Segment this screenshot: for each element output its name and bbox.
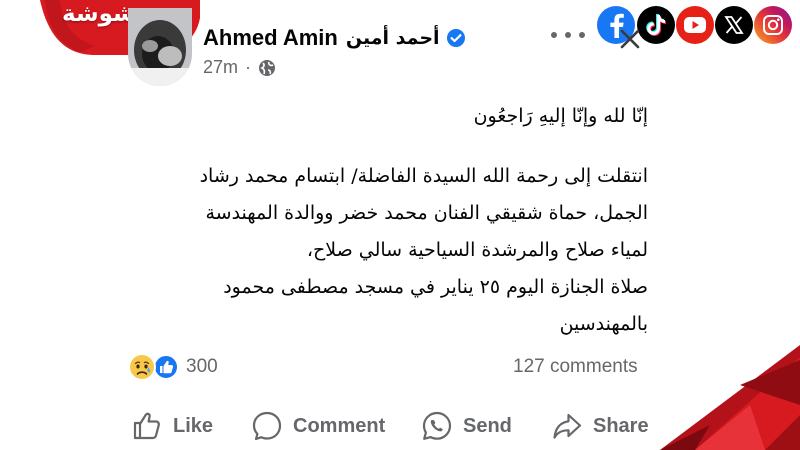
send-label[interactable]: Send	[463, 415, 512, 438]
comment-label[interactable]: Comment	[293, 415, 385, 438]
post-text-line: بالمهندسين	[559, 313, 648, 335]
decorative-triangles	[600, 345, 800, 450]
more-options-icon[interactable]	[551, 28, 585, 42]
comment-button[interactable]: Comment	[251, 409, 385, 443]
post-meta: 27m ·	[203, 57, 276, 78]
youtube-icon[interactable]	[676, 6, 714, 44]
like-reaction-icon	[153, 354, 179, 380]
post-text-line: صلاة الجنازة اليوم ٢٥ يناير في مسجد مصطف…	[223, 276, 648, 298]
like-label[interactable]: Like	[173, 415, 213, 438]
post-text-line: إنّا لله وإنّا إليهِ رَاجعُون	[473, 105, 648, 127]
post-text-line: انتقلت إلى رحمة الله السيدة الفاضلة/ ابت…	[199, 165, 648, 187]
sad-reaction-icon	[128, 353, 156, 381]
comment-icon	[251, 410, 283, 442]
instagram-icon[interactable]	[754, 6, 792, 44]
globe-icon[interactable]	[258, 59, 276, 77]
post-text: إنّا لله وإنّا إليهِ رَاجعُون انتقلت إلى…	[148, 97, 648, 343]
reactions-summary[interactable]: 300	[128, 353, 218, 381]
author-name[interactable]: Ahmed Amin	[203, 25, 338, 51]
x-icon[interactable]	[715, 6, 753, 44]
reaction-count[interactable]: 300	[186, 356, 218, 378]
tiktok-icon[interactable]	[637, 6, 675, 44]
post-screenshot: وشوشة Ahmed Amin أحمد أمين 27m · إنّا لل…	[0, 0, 800, 450]
author-name-arabic[interactable]: أحمد أمين	[346, 27, 440, 49]
reaction-icons	[128, 353, 182, 381]
verified-badge-icon	[446, 28, 466, 48]
like-button[interactable]: Like	[131, 409, 213, 443]
whatsapp-icon	[421, 410, 453, 442]
meta-separator: ·	[245, 57, 252, 77]
post-text-line: لمياء صلاح والمرشدة السياحية سالي صلاح،	[306, 239, 648, 261]
post-timestamp[interactable]: 27m	[203, 57, 238, 78]
share-icon	[551, 410, 583, 442]
like-icon	[131, 410, 163, 442]
send-button[interactable]: Send	[421, 409, 512, 443]
post-author[interactable]: Ahmed Amin أحمد أمين	[203, 24, 466, 52]
close-icon[interactable]	[619, 28, 641, 50]
avatar[interactable]	[128, 8, 192, 86]
post-text-line: الجمل، حماة شقيقي الفنان محمد خضر ووالدة…	[205, 202, 648, 224]
